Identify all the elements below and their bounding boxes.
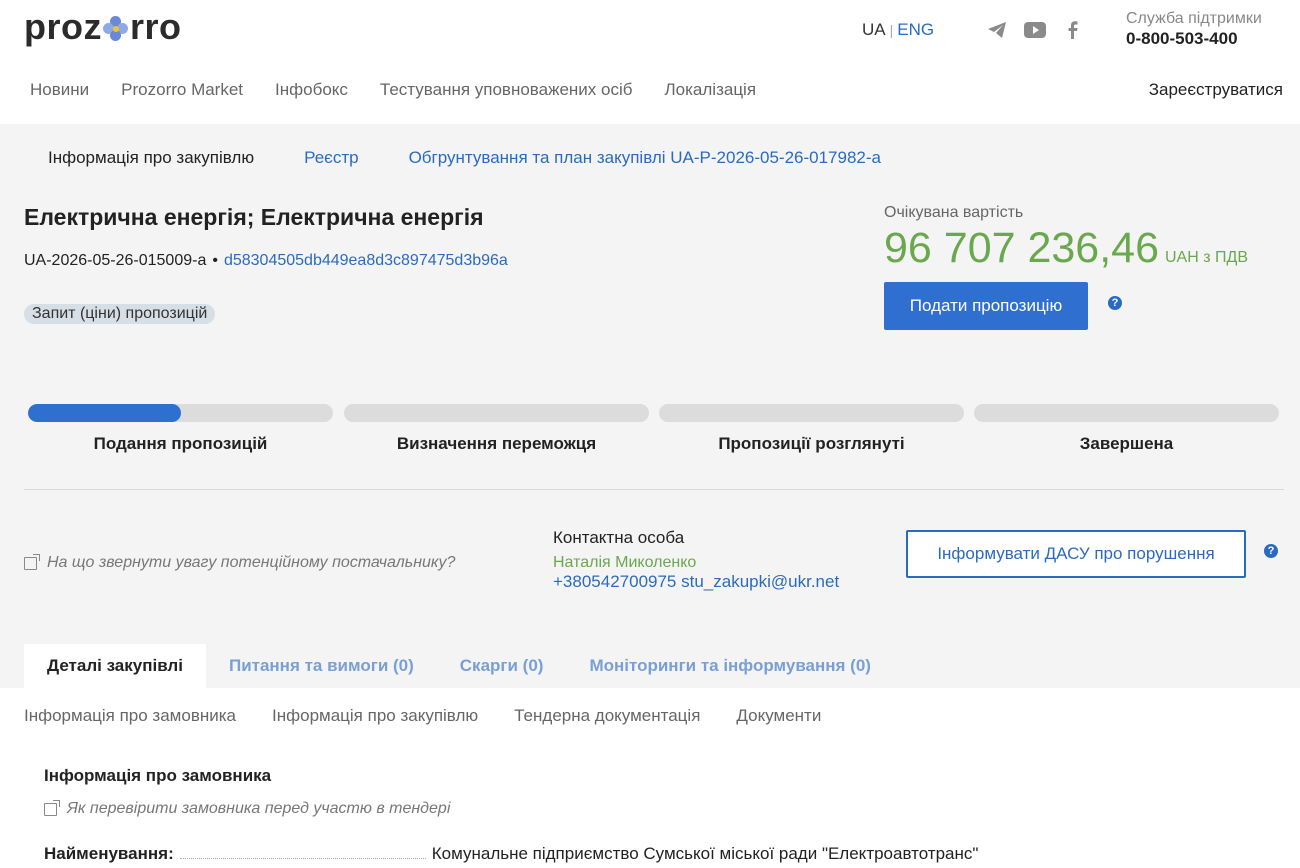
subnav-documents[interactable]: Документи <box>736 706 821 726</box>
stage-bar-2 <box>344 404 649 422</box>
tender-tabs: Деталі закупівлі Питання та вимоги (0) С… <box>24 644 894 688</box>
dasu-help-icon[interactable]: ? <box>1264 544 1278 558</box>
nav-item-news[interactable]: Новини <box>30 80 89 100</box>
check-customer-text: Як перевірити замовника перед участю в т… <box>67 800 451 817</box>
nav-item-market[interactable]: Prozorro Market <box>121 80 243 100</box>
stage-fill-1 <box>28 404 181 422</box>
tender-id: UA-2026-05-26-015009-a <box>24 252 207 269</box>
contact-phone-email[interactable]: +380542700975 stu_zakupki@ukr.net <box>553 572 839 592</box>
stage-bar-3 <box>659 404 964 422</box>
breadcrumb: Інформація про закупівлю Реєстр Обгрунту… <box>48 148 881 168</box>
support-phone[interactable]: 0-800-503-400 <box>1126 29 1296 49</box>
stage-label-2: Визначення переможця <box>396 434 597 453</box>
expected-value-currency: UAH з ПДВ <box>1165 249 1249 266</box>
id-separator: • <box>212 252 218 269</box>
customer-section-title: Інформація про замовника <box>44 766 272 785</box>
lang-eng-link[interactable]: ENG <box>897 20 934 39</box>
customer-name-key: Найменування: <box>44 844 174 863</box>
telegram-icon[interactable] <box>986 20 1008 40</box>
tender-info-panel: Інформація про закупівлю Реєстр Обгрунту… <box>0 124 1300 688</box>
tab-questions[interactable]: Питання та вимоги (0) <box>206 644 437 688</box>
external-link-icon <box>24 553 40 570</box>
stage-label-4: Завершена <box>1079 434 1174 453</box>
contact-name: Наталія Миколенко <box>553 554 697 571</box>
lang-ua-link[interactable]: UA <box>862 20 886 39</box>
breadcrumb-plan[interactable]: Обгрунтування та план закупівлі UA-P-202… <box>409 148 881 168</box>
check-customer-link[interactable]: Як перевірити замовника перед участю в т… <box>44 799 451 818</box>
supplier-attention-text: На що звернути увагу потенційному постач… <box>47 554 456 571</box>
lang-separator: | <box>889 22 894 38</box>
customer-name-row: Найменування: Комунальне підприємство Су… <box>44 844 1044 864</box>
social-links <box>986 20 1084 40</box>
logo-text-right: rro <box>130 6 182 47</box>
subnav-customer[interactable]: Інформація про замовника <box>24 706 236 726</box>
facebook-icon[interactable] <box>1062 20 1084 40</box>
logo-text-left: proz <box>24 6 102 47</box>
breadcrumb-current: Інформація про закупівлю <box>48 148 255 167</box>
prozorro-logo[interactable]: proz rro <box>24 6 182 48</box>
stage-label-1: Подання пропозицій <box>93 434 268 453</box>
tab-monitoring[interactable]: Моніторинги та інформування (0) <box>566 644 894 688</box>
nav-item-testing[interactable]: Тестування уповноважених осіб <box>380 80 633 100</box>
contact-person: Контактна особа Наталія Миколенко +38054… <box>553 528 839 592</box>
contact-heading: Контактна особа <box>553 528 685 547</box>
customer-name-value: Комунальне підприємство Сумської міської… <box>431 844 979 863</box>
tender-ids: UA-2026-05-26-015009-a • d58304505db449ea8… <box>24 252 508 270</box>
offer-help-icon[interactable]: ? <box>1108 296 1122 310</box>
procedure-type-badge: Запит (ціни) пропозицій <box>24 304 216 324</box>
tender-title: Електрична енергія; Електрична енергія <box>24 204 484 230</box>
main-nav: Новини Prozorro Market Інфобокс Тестуван… <box>30 80 756 100</box>
details-subnav: Інформація про замовника Інформація про … <box>24 706 821 726</box>
nav-item-infobox[interactable]: Інфобокс <box>275 80 348 100</box>
register-link[interactable]: Зареєструватися <box>1149 80 1283 100</box>
tab-complaints[interactable]: Скарги (0) <box>437 644 567 688</box>
support-block: Служба підтримки 0-800-503-400 <box>1126 10 1296 49</box>
tab-details[interactable]: Деталі закупівлі <box>24 644 206 688</box>
external-link-icon <box>44 799 60 816</box>
stage-label-3: Пропозиції розглянуті <box>718 434 905 453</box>
expected-value-amount: 96 707 236,46 <box>884 224 1159 272</box>
expected-value: 96 707 236,46 UAH з ПДВ <box>884 224 1248 273</box>
subnav-tender-docs[interactable]: Тендерна документація <box>514 706 700 726</box>
language-switcher: UA | ENG <box>862 20 934 40</box>
logo-flower-icon <box>103 16 129 42</box>
submit-offer-button[interactable]: Подати пропозицію <box>884 282 1088 330</box>
supplier-attention-link[interactable]: На що звернути увагу потенційному постач… <box>24 553 456 572</box>
site-header: proz rro UA | ENG Служба підтримки 0-800-50… <box>0 0 1300 124</box>
stage-bar-4 <box>974 404 1279 422</box>
stage-bar-1 <box>28 404 333 422</box>
tender-hash-link[interactable]: d58304505db449ea8d3c897475d3b96a <box>224 252 508 269</box>
subnav-procurement[interactable]: Інформація про закупівлю <box>272 706 478 726</box>
nav-item-localization[interactable]: Локалізація <box>665 80 757 100</box>
leader-dots <box>179 858 426 859</box>
youtube-icon[interactable] <box>1024 20 1046 40</box>
report-dasu-button[interactable]: Інформувати ДАСУ про порушення <box>906 530 1246 578</box>
support-label: Служба підтримки <box>1126 10 1262 27</box>
breadcrumb-registry[interactable]: Реєстр <box>304 148 358 168</box>
divider <box>24 489 1284 490</box>
expected-value-label: Очікувана вартість <box>884 204 1024 221</box>
